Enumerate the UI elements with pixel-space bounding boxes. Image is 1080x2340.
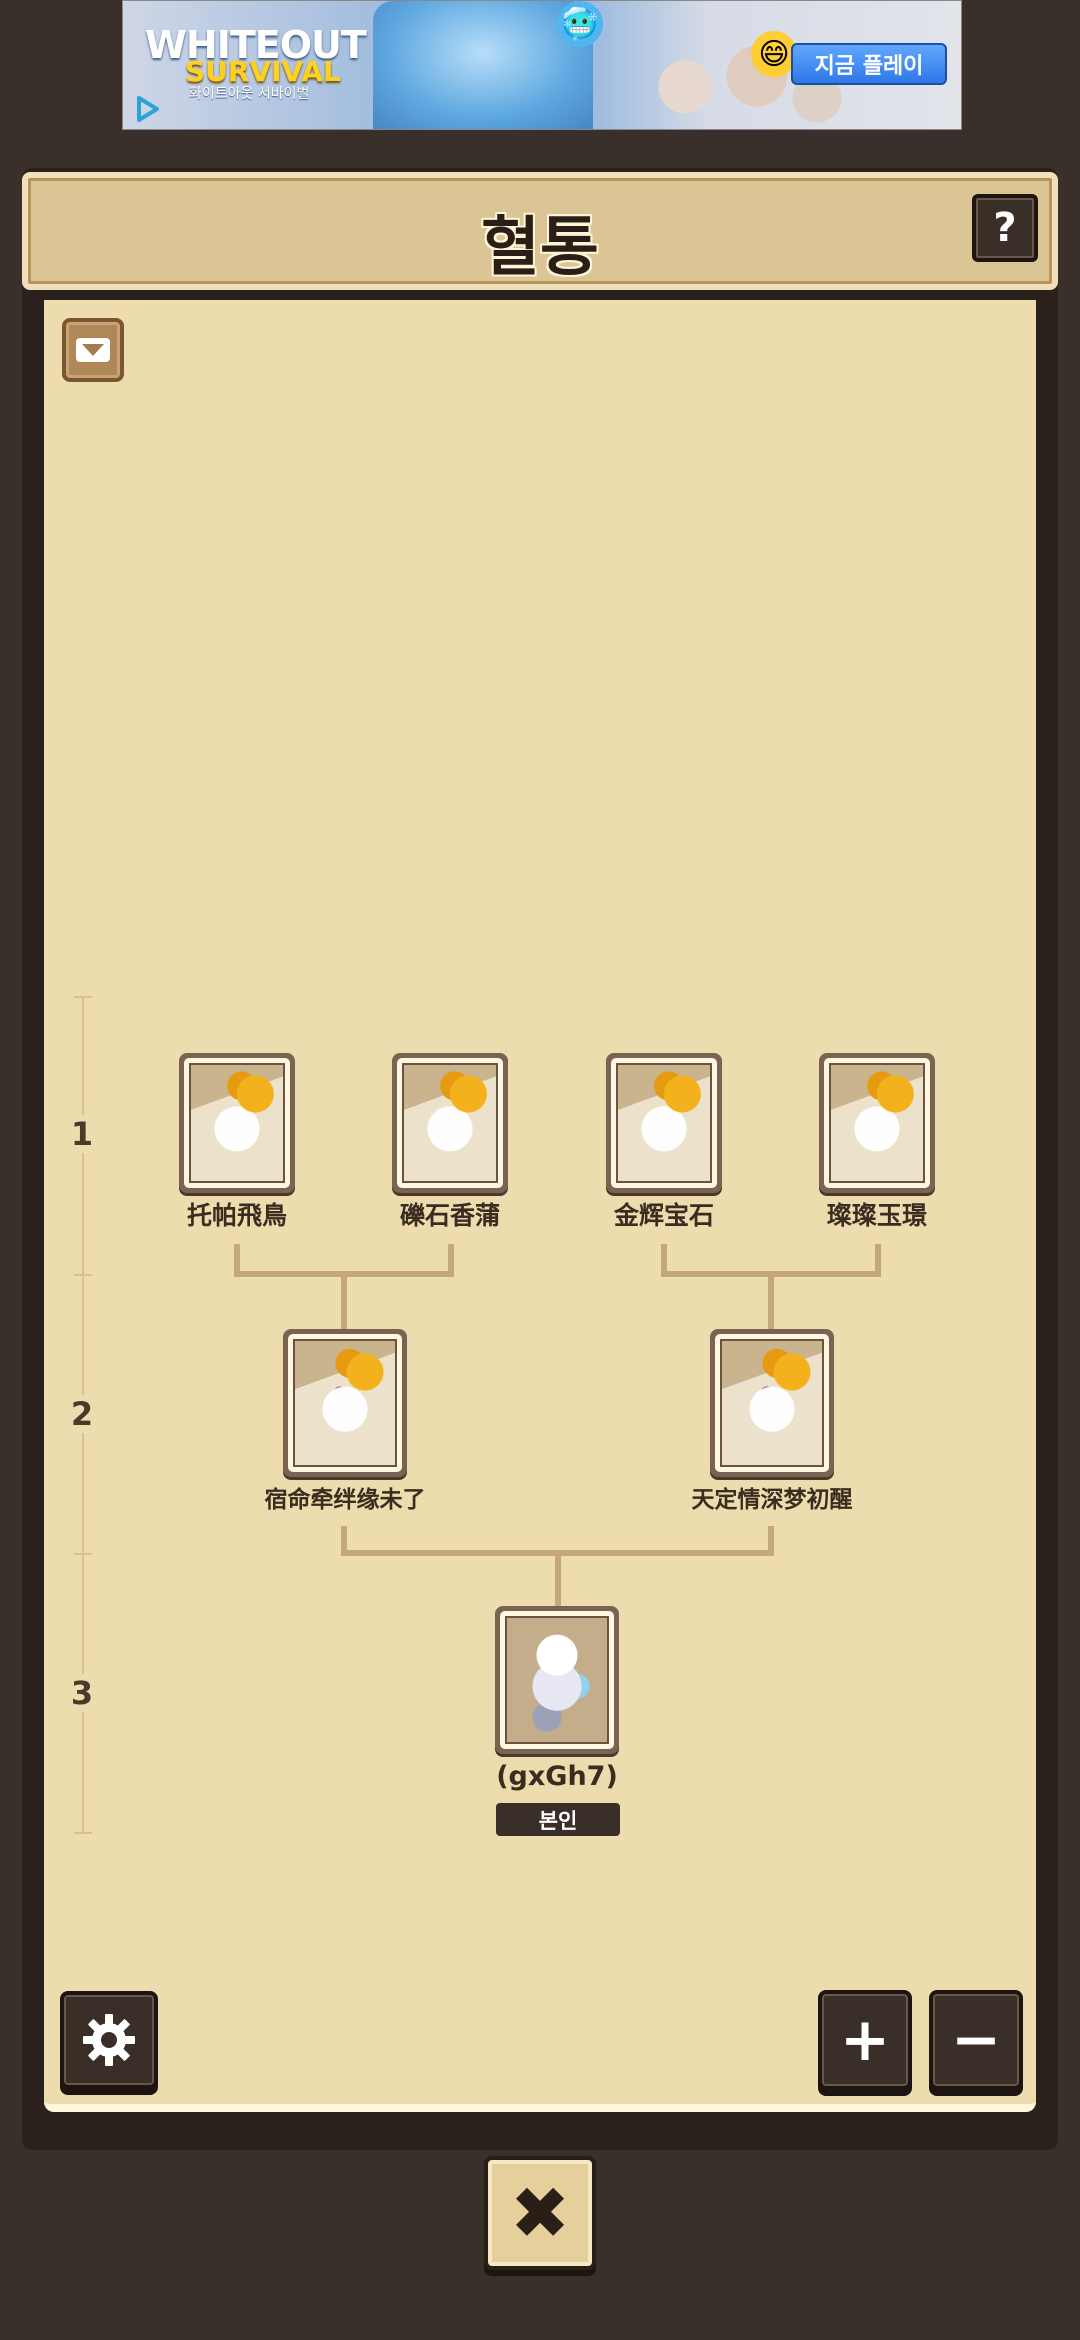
parent-name: 宿命牵绊缘未了 [264, 1487, 426, 1513]
ancestor-name: 托帕飛鳥 [186, 1201, 287, 1230]
ancestor-card[interactable] [606, 1053, 722, 1193]
ad-banner[interactable]: 🥶 😄 WHITEOUT SURVIVAL 화이트아웃 서바이벌 지금 플레이 [122, 0, 962, 130]
ruler-tick [74, 1274, 92, 1276]
gear-icon [83, 2014, 135, 2066]
self-card[interactable] [495, 1606, 619, 1754]
dragon-portrait [720, 1339, 824, 1467]
ad-brand-sub: 화이트아웃 서바이벌 [189, 86, 310, 102]
ad-choices-icon[interactable] [131, 93, 163, 125]
dragon-portrait [402, 1063, 498, 1183]
help-button[interactable]: ? [972, 194, 1038, 262]
tree-connector [448, 1244, 454, 1274]
dragon-portrait [505, 1616, 609, 1744]
ancestor-name: 金辉宝石 [613, 1201, 714, 1230]
settings-button[interactable] [60, 1991, 158, 2089]
self-name: (gxGh7) [496, 1761, 618, 1792]
question-icon: ? [993, 205, 1017, 251]
tree-connector [875, 1244, 881, 1274]
page-title: 혈통 [481, 211, 599, 285]
minus-icon: − [950, 2005, 1002, 2075]
dragon-portrait [616, 1063, 712, 1183]
parent-name: 天定情深梦初醒 [691, 1487, 853, 1513]
parent-card[interactable] [710, 1329, 834, 1477]
ad-play-button[interactable]: 지금 플레이 [791, 43, 947, 85]
tree-connector [341, 1274, 347, 1330]
tree-connector [555, 1553, 561, 1607]
tree-connector [661, 1244, 667, 1274]
dragon-portrait [293, 1339, 397, 1467]
ancestor-name: 礫石香蒲 [399, 1201, 500, 1230]
expand-dropdown-button[interactable] [62, 318, 124, 382]
zoom-in-button[interactable]: + [818, 1990, 912, 2090]
zoom-out-button[interactable]: − [929, 1990, 1023, 2090]
freezing-face-icon: 🥶 [557, 1, 603, 47]
generation-label: 2 [60, 1395, 104, 1433]
close-icon: ✖ [509, 2171, 571, 2255]
self-badge: 본인 [496, 1803, 620, 1836]
dragon-portrait [189, 1063, 285, 1183]
dragon-portrait [829, 1063, 925, 1183]
close-button[interactable]: ✖ [484, 2156, 596, 2270]
ancestor-name: 璨璨玉璟 [826, 1201, 927, 1230]
ancestor-card[interactable] [392, 1053, 508, 1193]
chevron-down-icon [76, 338, 110, 362]
parent-card[interactable] [283, 1329, 407, 1477]
generation-label: 3 [60, 1674, 104, 1712]
tree-connector [768, 1274, 774, 1330]
ancestor-card[interactable] [179, 1053, 295, 1193]
tree-connector [234, 1244, 240, 1274]
ruler-tick [74, 1832, 92, 1834]
ruler-tick [74, 1553, 92, 1555]
generation-label: 1 [60, 1115, 104, 1153]
ruler-tick [74, 996, 92, 998]
ancestor-card[interactable] [819, 1053, 935, 1193]
panel-header: 혈통 [22, 172, 1058, 290]
plus-icon: + [839, 2005, 891, 2075]
